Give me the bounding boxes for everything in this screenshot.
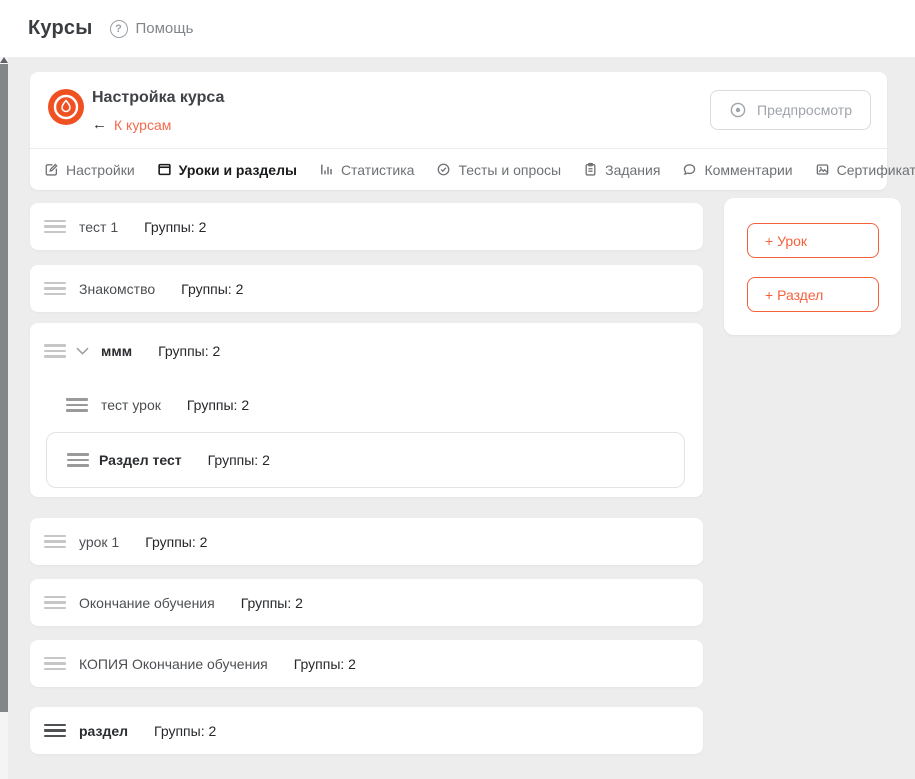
tab-certificates[interactable]: Сертификаты — [815, 162, 915, 178]
tab-lessons-sections[interactable]: Уроки и разделы — [157, 162, 297, 178]
lesson-title: Знакомство — [79, 281, 155, 297]
section-title: раздел — [79, 723, 128, 739]
flame-logo-icon — [48, 89, 84, 125]
help-button[interactable]: ? Помощь — [110, 20, 194, 38]
groups-count: Группы: 2 — [181, 281, 243, 297]
lesson-row[interactable]: Окончание обучения Группы: 2 — [30, 579, 703, 626]
clipboard-icon — [583, 162, 598, 177]
lesson-title: урок 1 — [79, 534, 119, 550]
preview-button[interactable]: Предпросмотр — [710, 90, 871, 130]
check-circle-icon — [436, 162, 451, 177]
lesson-title: КОПИЯ Окончание обучения — [79, 656, 268, 672]
groups-count: Группы: 2 — [154, 723, 216, 739]
tab-statistics-label: Статистика — [341, 162, 415, 178]
page-title: Курсы — [28, 17, 93, 40]
drag-handle-icon[interactable] — [44, 657, 66, 671]
back-to-courses-link[interactable]: ← К курсам — [92, 116, 171, 133]
tab-comments[interactable]: Комментарии — [682, 162, 792, 178]
groups-count: Группы: 2 — [208, 452, 270, 468]
tab-settings[interactable]: Настройки — [44, 162, 135, 178]
nested-section-row[interactable]: Раздел тест Группы: 2 — [46, 432, 685, 488]
bar-chart-icon — [319, 162, 334, 177]
lesson-row[interactable]: тест 1 Группы: 2 — [30, 203, 703, 250]
help-label: Помощь — [136, 20, 194, 37]
question-circle-icon: ? — [110, 20, 128, 38]
lesson-row[interactable]: урок 1 Группы: 2 — [30, 518, 703, 565]
tab-tests-label: Тесты и опросы — [458, 162, 561, 178]
section-title: ммм — [101, 343, 132, 359]
chevron-down-icon[interactable] — [76, 347, 89, 355]
image-icon — [815, 162, 830, 177]
edit-icon — [44, 162, 59, 177]
course-settings-page: Курсы ? Помощь Настройка курса ← К курса… — [0, 0, 915, 779]
groups-count: Группы: 2 — [144, 219, 206, 235]
scrollbar-up-arrow-icon[interactable] — [0, 57, 8, 63]
nested-lesson-row[interactable]: тест урок Группы: 2 — [66, 397, 249, 413]
groups-count: Группы: 2 — [241, 595, 303, 611]
lesson-title: тест 1 — [79, 219, 118, 235]
top-bar: Курсы ? Помощь — [0, 0, 915, 57]
drag-handle-icon[interactable] — [44, 344, 66, 358]
groups-count: Группы: 2 — [187, 397, 249, 413]
scrollbar-thumb[interactable] — [0, 64, 8, 712]
lesson-row[interactable]: КОПИЯ Окончание обучения Группы: 2 — [30, 640, 703, 687]
add-lesson-button[interactable]: + Урок — [747, 223, 879, 258]
preview-button-label: Предпросмотр — [757, 102, 852, 118]
section-row[interactable]: ммм Группы: 2 — [44, 343, 220, 359]
lesson-row[interactable]: Знакомство Группы: 2 — [30, 265, 703, 312]
section-row[interactable]: раздел Группы: 2 — [30, 707, 703, 754]
comment-icon — [682, 162, 697, 177]
drag-handle-icon[interactable] — [44, 596, 66, 610]
lesson-title: Окончание обучения — [79, 595, 215, 611]
tab-statistics[interactable]: Статистика — [319, 162, 415, 178]
eye-icon — [729, 101, 747, 119]
left-scrollbar[interactable] — [0, 57, 8, 779]
groups-count: Группы: 2 — [294, 656, 356, 672]
tab-settings-label: Настройки — [66, 162, 135, 178]
lessons-icon — [157, 162, 172, 177]
tab-tasks-label: Задания — [605, 162, 660, 178]
drag-handle-icon[interactable] — [66, 398, 88, 412]
course-settings-title: Настройка курса — [92, 89, 224, 107]
course-header-card: Настройка курса ← К курсам Предпросмотр … — [30, 72, 887, 190]
back-link-label: К курсам — [114, 117, 171, 133]
lesson-title: тест урок — [101, 397, 161, 413]
section-container: ммм Группы: 2 тест урок Группы: 2 Раздел… — [30, 323, 703, 497]
groups-count: Группы: 2 — [145, 534, 207, 550]
tab-certificates-label: Сертификаты — [837, 162, 915, 178]
tab-tests-surveys[interactable]: Тесты и опросы — [436, 162, 561, 178]
back-arrow-icon: ← — [92, 116, 107, 133]
tab-comments-label: Комментарии — [704, 162, 792, 178]
drag-handle-icon[interactable] — [67, 453, 89, 467]
add-section-button[interactable]: + Раздел — [747, 277, 879, 312]
drag-handle-icon[interactable] — [44, 535, 66, 549]
tab-lessons-label: Уроки и разделы — [179, 162, 297, 178]
drag-handle-icon[interactable] — [44, 282, 66, 296]
course-tab-bar: Настройки Уроки и разделы Статистика — [44, 149, 915, 190]
actions-card: + Урок + Раздел — [724, 198, 901, 335]
drag-handle-icon[interactable] — [44, 220, 66, 234]
drag-handle-icon[interactable] — [44, 724, 66, 738]
groups-count: Группы: 2 — [158, 343, 220, 359]
tab-tasks[interactable]: Задания — [583, 162, 660, 178]
section-title: Раздел тест — [99, 452, 182, 468]
